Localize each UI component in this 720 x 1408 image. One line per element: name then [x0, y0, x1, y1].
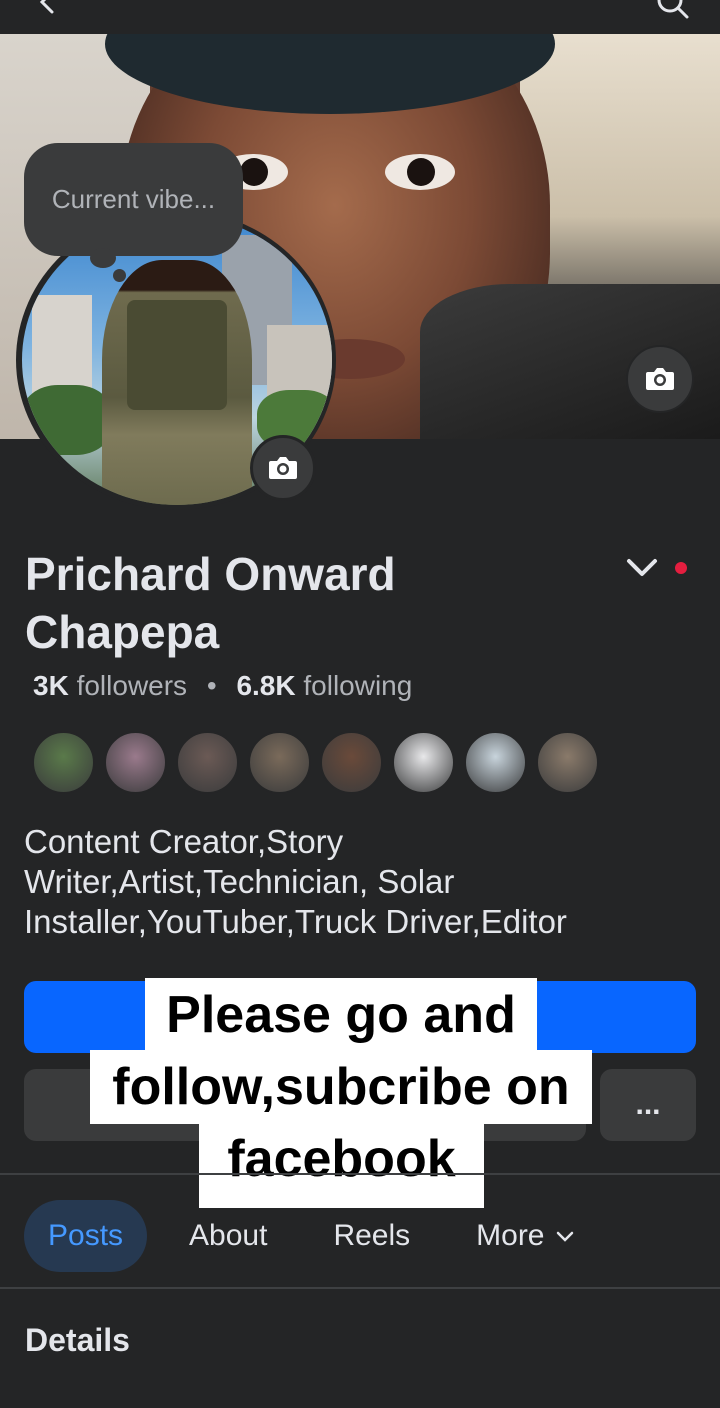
tab-posts[interactable]: Posts [24, 1200, 148, 1272]
divider [0, 1173, 720, 1175]
search-icon[interactable] [656, 0, 690, 20]
followers-count[interactable]: 3K [33, 670, 69, 701]
friend-avatar[interactable] [104, 731, 167, 794]
friend-avatar[interactable] [248, 731, 311, 794]
tab-more[interactable]: More [452, 1200, 598, 1272]
friend-avatar[interactable] [32, 731, 95, 794]
camera-icon [269, 457, 297, 479]
friend-avatar[interactable] [320, 731, 383, 794]
caption-line: follow,subcribe on [90, 1050, 592, 1124]
status-note-bubble[interactable]: Current vibe... [24, 143, 243, 256]
caption-line: facebook [199, 1122, 484, 1208]
edit-profile-picture-button[interactable] [250, 435, 316, 501]
tab-about[interactable]: About [165, 1200, 291, 1272]
profile-tabs: Posts About Reels More [24, 1200, 617, 1272]
follow-stats: 3K followers • 6.8K following [33, 670, 412, 702]
friend-avatar[interactable] [536, 731, 599, 794]
profile-bio: Content Creator,Story Writer,Artist,Tech… [24, 823, 567, 940]
stats-separator: • [206, 670, 217, 701]
friend-avatar[interactable] [464, 731, 527, 794]
caption-overlay: Please go and follow,subcribe on faceboo… [0, 978, 720, 1210]
tab-reels[interactable]: Reels [309, 1200, 434, 1272]
notification-dot [675, 562, 687, 574]
friends-avatar-row [32, 731, 599, 794]
followers-label[interactable]: followers [77, 670, 187, 701]
camera-icon [646, 368, 674, 390]
friend-avatar[interactable] [176, 731, 239, 794]
profile-name: Prichard Onward Chapepa [25, 548, 396, 658]
friend-avatar[interactable] [392, 731, 455, 794]
back-arrow-icon[interactable] [34, 0, 62, 16]
top-app-bar [0, 0, 720, 34]
chevron-down-icon[interactable] [624, 553, 660, 583]
details-section-title: Details [25, 1322, 130, 1358]
status-note-text: Current vibe... [51, 184, 216, 214]
divider [0, 1287, 720, 1289]
chevron-down-icon [556, 1231, 573, 1242]
edit-cover-photo-button[interactable] [626, 345, 694, 413]
following-label[interactable]: following [303, 670, 412, 701]
following-count[interactable]: 6.8K [236, 670, 295, 701]
caption-line: Please go and [145, 978, 537, 1052]
tab-more-label: More [476, 1219, 545, 1252]
